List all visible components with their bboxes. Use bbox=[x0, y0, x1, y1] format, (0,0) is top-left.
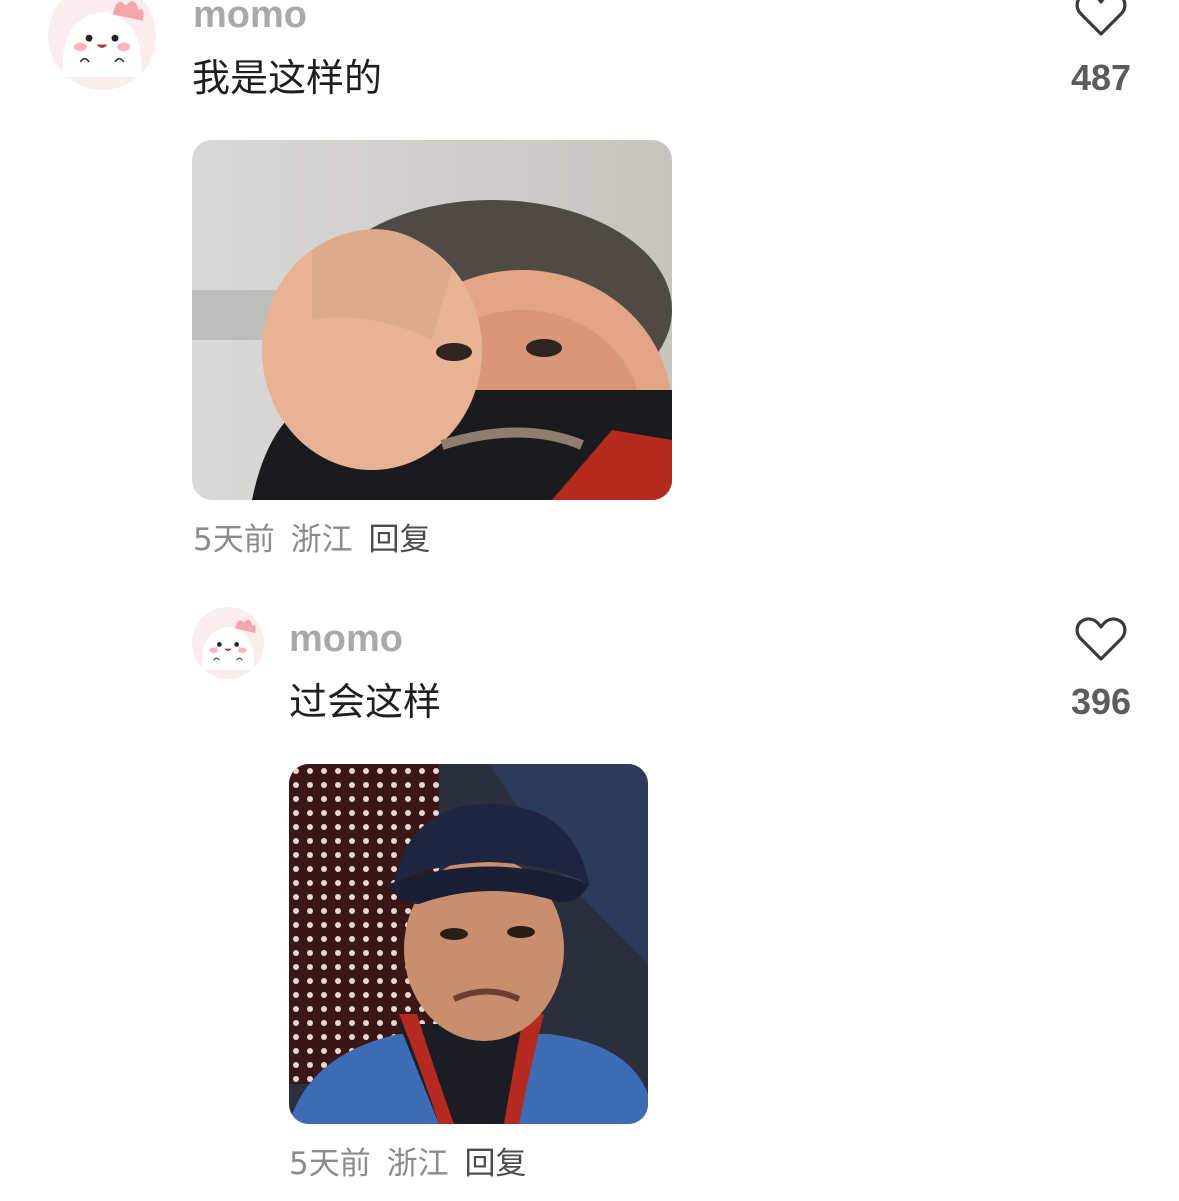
reply-button[interactable]: 回复 bbox=[368, 522, 430, 558]
comment-text: 我是这样的 bbox=[192, 56, 383, 100]
comment-meta: 5天前 浙江 回复 bbox=[289, 1149, 526, 1180]
comment-location: 浙江 bbox=[386, 1146, 449, 1182]
comment-item: momo 过会这样 396 5天前 浙江 回复 bbox=[0, 600, 1179, 1201]
comment-image[interactable] bbox=[289, 764, 648, 1124]
reply-button[interactable]: 回复 bbox=[464, 1146, 526, 1182]
like-count: 396 bbox=[1070, 681, 1132, 722]
comment-time: 5天前 bbox=[289, 1146, 371, 1182]
username[interactable]: momo bbox=[193, 0, 307, 34]
username[interactable]: momo bbox=[289, 620, 403, 658]
user-avatar[interactable] bbox=[48, 0, 156, 90]
heart-outline-icon[interactable] bbox=[1074, 0, 1128, 38]
comment-meta: 5天前 浙江 回复 bbox=[193, 525, 430, 556]
comment-time: 5天前 bbox=[193, 522, 275, 558]
pink-cartoon-avatar-icon bbox=[192, 607, 264, 679]
comment-location: 浙江 bbox=[290, 522, 353, 558]
pink-cartoon-avatar-icon bbox=[48, 0, 156, 90]
user-avatar[interactable] bbox=[192, 607, 264, 679]
comment-image[interactable] bbox=[192, 140, 672, 500]
comment-item: momo 我是这样的 487 5天前 浙江 回复 bbox=[0, 0, 1179, 575]
heart-outline-icon[interactable] bbox=[1074, 615, 1128, 663]
like-count: 487 bbox=[1070, 57, 1132, 98]
comment-text: 过会这样 bbox=[289, 680, 442, 724]
